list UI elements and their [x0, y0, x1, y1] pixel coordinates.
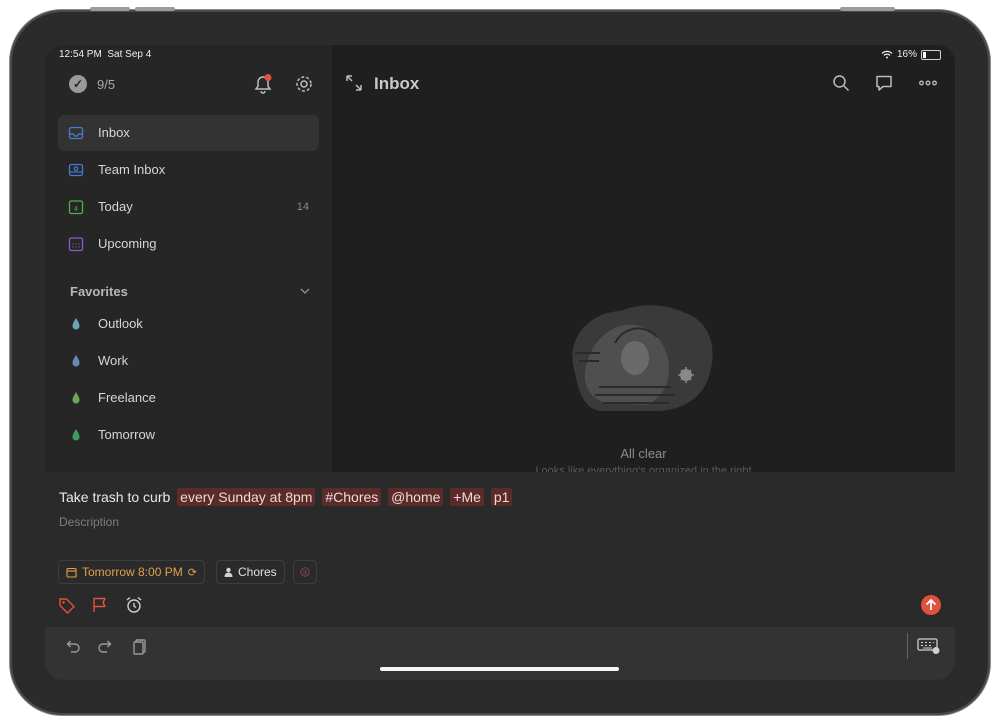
team-inbox-icon [68, 163, 84, 177]
assignee-button[interactable]: @ [293, 560, 317, 584]
due-date-label: Tomorrow 8:00 PM [82, 565, 183, 579]
empty-state-illustration [572, 305, 713, 411]
sidebar-item-label: Upcoming [98, 236, 157, 251]
keyboard-shortcut-bar [45, 627, 955, 680]
drop-icon [72, 429, 80, 441]
karma-label: 9/5 [97, 77, 116, 92]
sidebar-item-label: Team Inbox [98, 162, 166, 177]
comment-icon[interactable] [874, 73, 894, 93]
sidebar-item-label: Today [98, 199, 133, 214]
arrow-up-icon [925, 598, 937, 610]
sidebar-item-team-inbox[interactable]: Team Inbox [58, 152, 319, 188]
paste-icon[interactable] [131, 637, 149, 655]
alarm-icon[interactable] [125, 596, 143, 614]
person-icon [224, 567, 233, 577]
page-title: Inbox [374, 74, 420, 93]
separator [907, 633, 908, 659]
project-label: Chores [238, 565, 277, 579]
status-bar: 12:54 PM Sat Sep 4 16% [45, 45, 955, 65]
priority-chip[interactable]: p1 [490, 488, 513, 506]
calendar-upcoming-icon [68, 237, 84, 252]
expand-icon[interactable] [344, 73, 364, 93]
status-time: 12:54 PM Sat Sep 4 [59, 49, 152, 60]
sidebar-header: ✓ 9/5 [45, 69, 332, 99]
battery-percent: 16% [896, 49, 917, 60]
karma-check-icon[interactable]: ✓ [69, 75, 87, 93]
quick-add-composer: Take trash to curb every Sunday at 8pm #… [45, 472, 955, 627]
description-field[interactable]: Description [59, 515, 119, 529]
drop-icon [72, 355, 80, 367]
flag-icon[interactable] [91, 596, 109, 614]
submit-task-button[interactable] [921, 595, 941, 615]
empty-state-title: All clear [620, 446, 667, 461]
calendar-today-icon: 4 [68, 200, 84, 215]
more-icon[interactable] [918, 73, 938, 93]
svg-text:@: @ [302, 570, 307, 576]
favorite-label: Outlook [98, 316, 143, 331]
project-chip[interactable]: #Chores [322, 488, 382, 506]
volume-button [135, 7, 175, 11]
task-count: 14 [296, 201, 309, 213]
power-button [840, 7, 895, 11]
recurring-icon: ⟳ [187, 566, 197, 579]
due-date-button[interactable]: Tomorrow 8:00 PM ⟳ [58, 560, 205, 584]
favorite-project-outlook[interactable]: Outlook [58, 306, 319, 342]
drop-icon [72, 392, 80, 404]
assignee-avatar-icon: @ [300, 567, 310, 577]
chevron-down-icon[interactable] [299, 285, 311, 297]
task-name-input[interactable]: Take trash to curb every Sunday at 8pm #… [59, 488, 513, 506]
label-chip[interactable]: @home [388, 488, 444, 506]
project-button[interactable]: Chores [216, 560, 285, 584]
battery-icon [921, 49, 941, 60]
favorite-project-tomorrow[interactable]: Tomorrow [58, 417, 319, 453]
drop-icon [72, 318, 80, 330]
calendar-icon [66, 567, 77, 578]
bell-icon[interactable] [252, 73, 274, 95]
home-indicator [380, 667, 619, 671]
svg-text:4: 4 [74, 206, 78, 213]
volume-button [90, 7, 130, 11]
sidebar-item-inbox[interactable]: Inbox [58, 115, 319, 151]
sidebar-item-label: Inbox [98, 125, 130, 140]
sidebar-item-upcoming[interactable]: Upcoming [58, 226, 319, 262]
search-icon[interactable] [831, 73, 851, 93]
sidebar-item-today[interactable]: 4 Today 14 [58, 189, 319, 225]
status-right: 16% [881, 49, 941, 60]
favorite-project-freelance[interactable]: Freelance [58, 380, 319, 416]
tag-icon[interactable] [58, 596, 76, 614]
assignee-chip[interactable]: +Me [450, 488, 484, 506]
redo-icon[interactable] [97, 637, 115, 655]
screen: ✓ 9/5 Inbox Team Inbox 4 Today 14 Upcomi… [45, 45, 955, 680]
favorite-label: Work [98, 353, 129, 368]
favorite-project-work[interactable]: Work [58, 343, 319, 379]
keyboard-icon[interactable] [917, 637, 941, 655]
wifi-icon [881, 50, 893, 59]
favorites-heading[interactable]: Favorites [70, 284, 128, 299]
favorite-label: Freelance [98, 390, 156, 405]
favorite-label: Tomorrow [98, 427, 156, 442]
inbox-icon [68, 126, 84, 140]
due-date-chip[interactable]: every Sunday at 8pm [177, 488, 316, 506]
undo-icon[interactable] [63, 637, 81, 655]
gear-icon[interactable] [293, 73, 315, 95]
task-text: Take trash to curb [59, 489, 171, 505]
